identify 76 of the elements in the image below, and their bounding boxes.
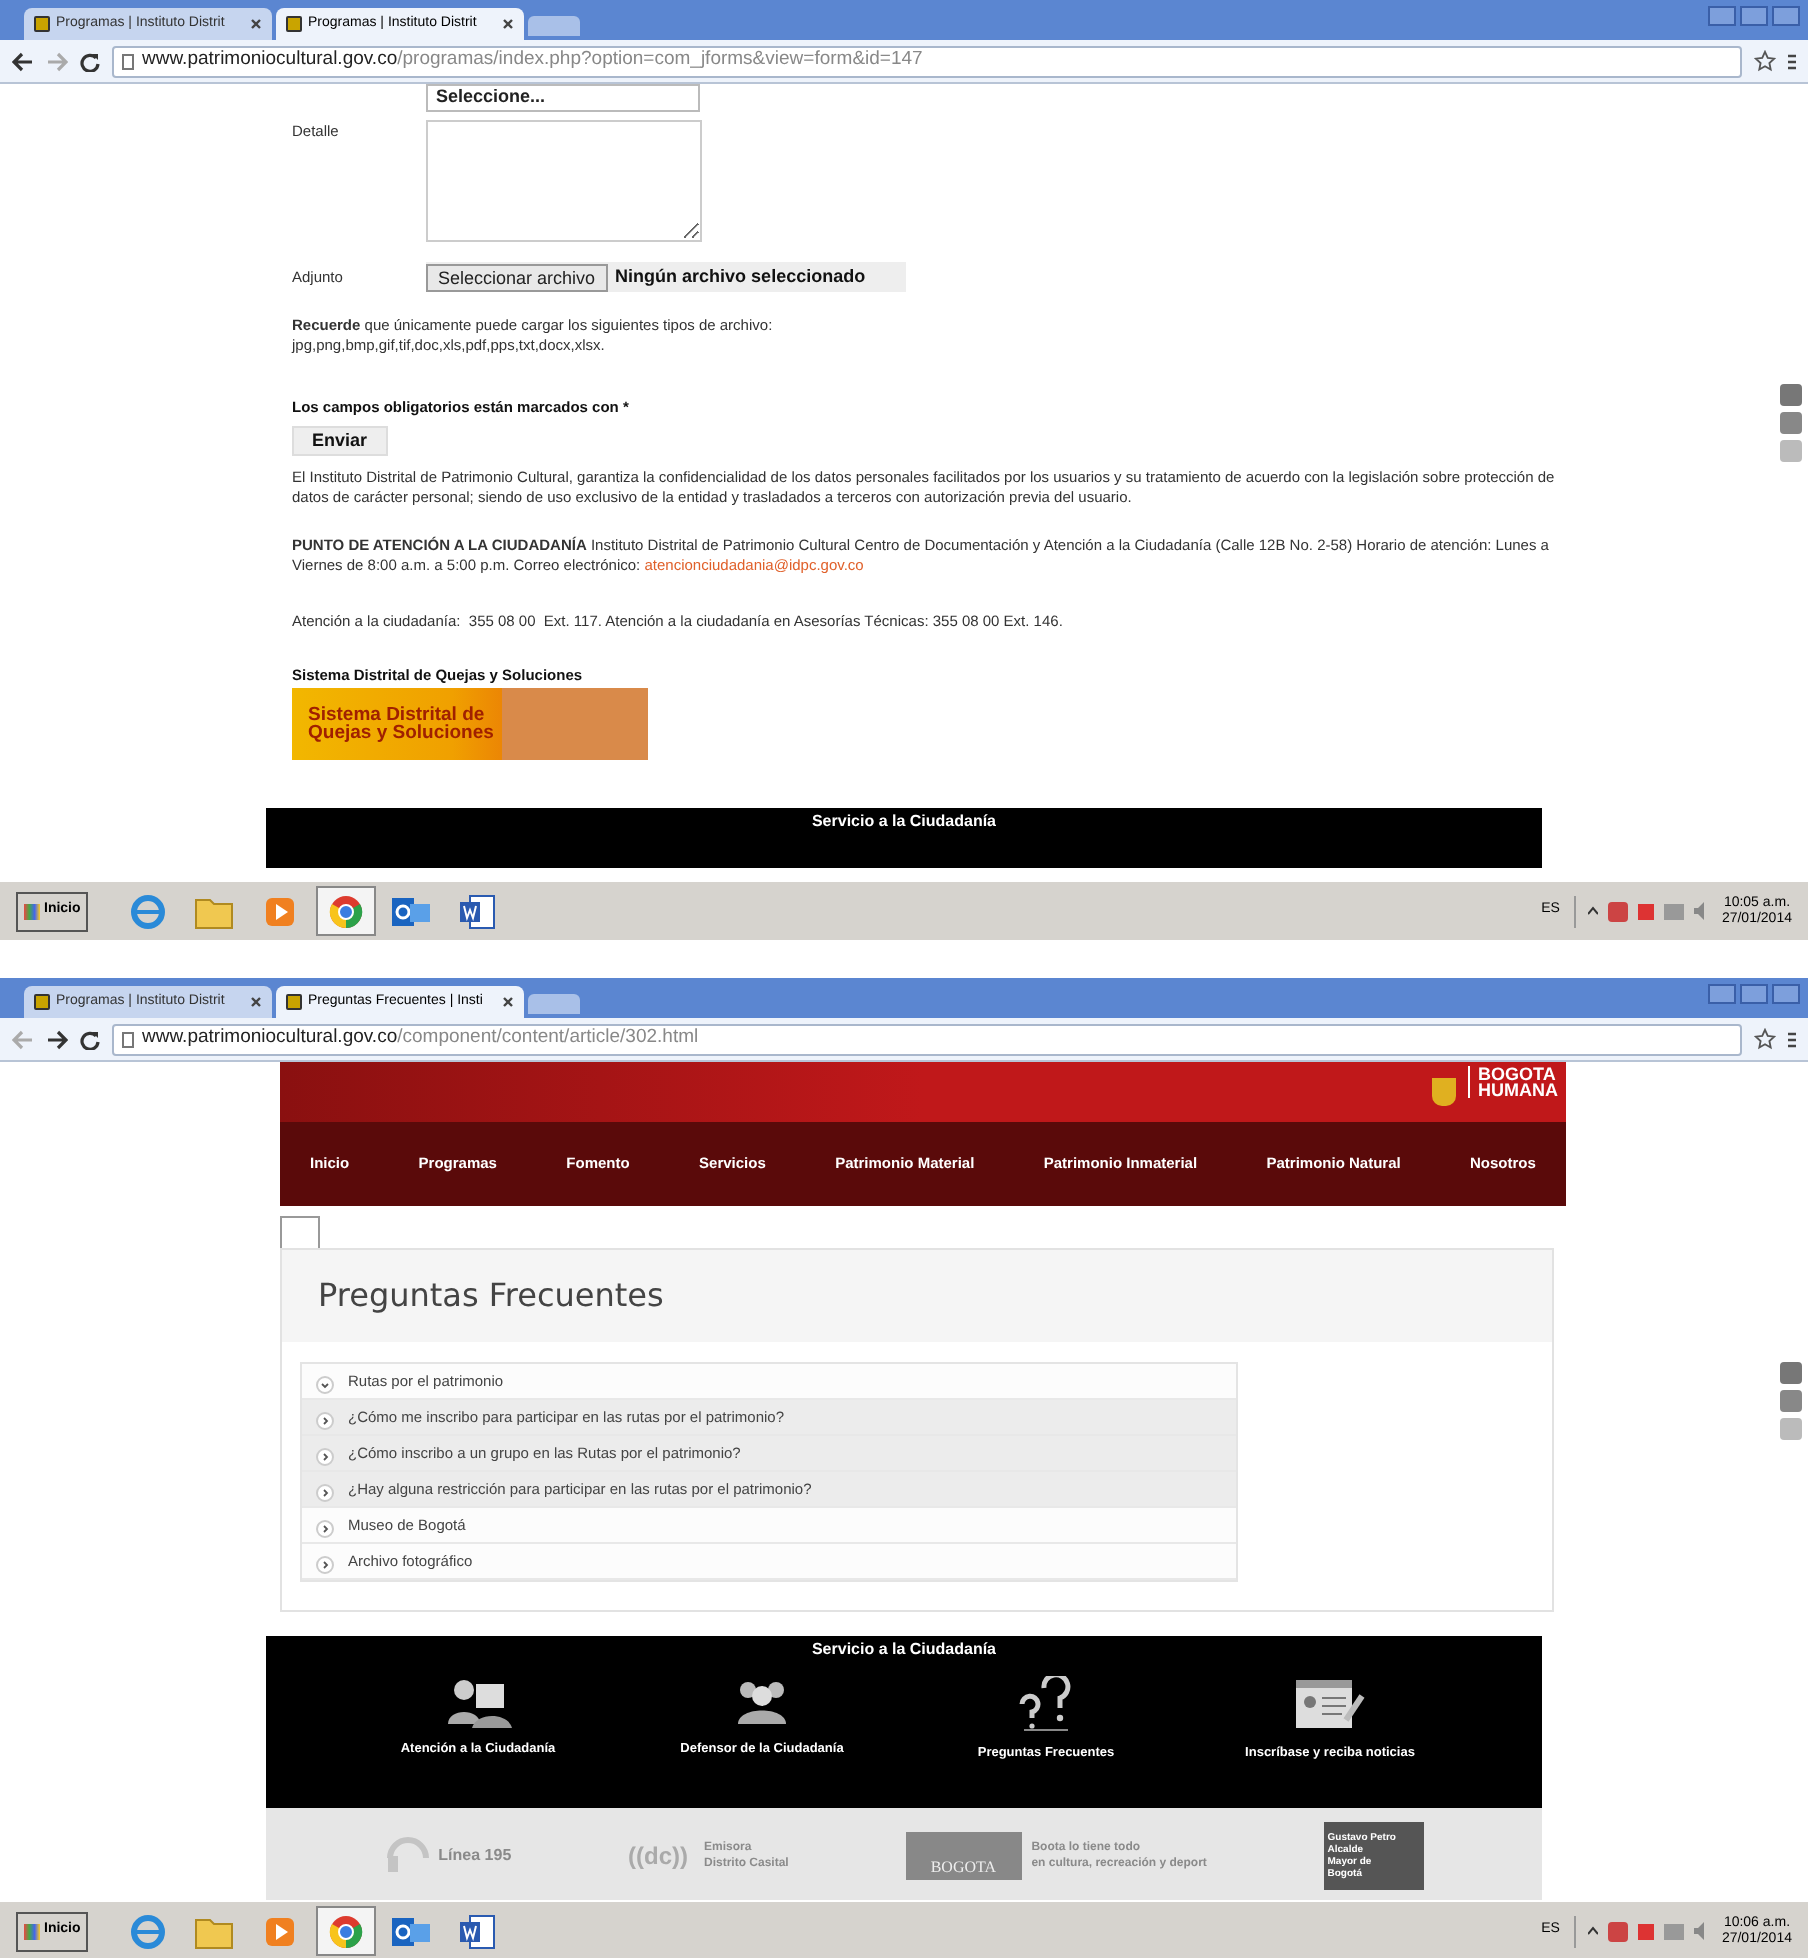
site-favicon-icon	[286, 16, 302, 32]
reload-icon[interactable]	[80, 51, 100, 71]
star-icon[interactable]	[1754, 50, 1776, 72]
expand-icon[interactable]	[316, 1412, 334, 1430]
star-icon[interactable]	[1754, 1028, 1776, 1050]
restore-button[interactable]	[1740, 6, 1768, 26]
taskbar-app-button[interactable]	[316, 886, 377, 936]
folder-icon[interactable]	[194, 1913, 235, 1949]
file-select-button[interactable]: Seleccionar archivo	[426, 263, 608, 291]
address-field[interactable]: www.patrimoniocultural.gov.co/programas/index.php?option=com_jforms&view=form&id=147	[112, 45, 1742, 77]
minimize-button[interactable]	[1708, 6, 1736, 26]
back-arrow-icon[interactable]	[12, 51, 34, 71]
close-icon[interactable]	[250, 996, 262, 1008]
logo-text: BOGOTA	[1478, 1066, 1556, 1082]
round-logo-icon[interactable]	[328, 1913, 365, 1949]
play-icon[interactable]	[264, 895, 297, 927]
site-favicon-icon	[34, 16, 50, 32]
social-square-icon[interactable]	[1780, 412, 1802, 434]
close-icon[interactable]	[502, 18, 514, 30]
dropdown-field[interactable]: Seleccione...	[426, 84, 700, 112]
restore-button[interactable]	[1740, 984, 1768, 1004]
tray-app-icon[interactable]	[1607, 901, 1628, 921]
expand-icon[interactable]	[316, 1448, 334, 1466]
tray-app-icon[interactable]	[1637, 1923, 1654, 1939]
social-square-icon[interactable]	[1780, 1390, 1802, 1412]
address-field[interactable]: www.patrimoniocultural.gov.co/component/content/article/302.html	[112, 1023, 1742, 1055]
expand-icon[interactable]	[316, 1556, 334, 1574]
close-icon[interactable]	[502, 996, 514, 1008]
e-logo-icon[interactable]	[130, 893, 167, 929]
collapse-icon[interactable]	[316, 1376, 334, 1394]
city-skyline-logo: BOGOTA	[905, 1831, 1022, 1879]
partner-text: Línea 195	[438, 1843, 512, 1867]
play-icon[interactable]	[264, 1915, 297, 1947]
file-status: Ningún archivo seleccionado	[615, 263, 866, 290]
social-square-icon[interactable]	[1780, 384, 1802, 406]
partner-logo-text: ((dc))	[628, 1839, 688, 1873]
minimize-button[interactable]	[1708, 984, 1736, 1004]
document-icon[interactable]	[460, 1913, 497, 1949]
envelope-icon[interactable]	[392, 895, 433, 927]
expand-icon[interactable]	[316, 1484, 334, 1502]
footer-title: Servicio a la Ciudadanía	[811, 1638, 997, 1662]
submit-button[interactable]: Enviar	[292, 426, 388, 457]
round-logo-icon[interactable]	[328, 893, 365, 929]
detail-textarea[interactable]	[426, 120, 702, 242]
taskbar-app-button[interactable]	[316, 1906, 377, 1956]
forward-arrow-icon[interactable]	[46, 1029, 68, 1049]
menu-icon[interactable]	[1788, 1029, 1796, 1049]
envelope-icon[interactable]	[392, 1915, 433, 1947]
banner-text: Quejas y Soluciones	[308, 723, 494, 742]
tray-app-icon[interactable]	[1637, 903, 1654, 919]
tray-app-icon[interactable]	[1607, 1921, 1628, 1941]
menu-icon[interactable]	[1788, 51, 1796, 71]
crest-icon	[1432, 1078, 1456, 1106]
profile-card-icon	[1294, 1676, 1366, 1732]
folder-icon[interactable]	[194, 893, 235, 929]
site-favicon-icon	[286, 994, 302, 1010]
expand-icon[interactable]	[316, 1520, 334, 1538]
close-button[interactable]	[1772, 6, 1800, 26]
site-favicon-icon	[34, 994, 50, 1010]
complaints-banner[interactable]: Sistema Distrital de Quejas y Soluciones	[292, 687, 648, 760]
close-icon[interactable]	[250, 18, 262, 30]
chevron-up-icon[interactable]	[1587, 1926, 1598, 1936]
footer-title: Servicio a la Ciudadanía	[811, 809, 997, 834]
logo-text: HUMANA	[1478, 1082, 1558, 1098]
reload-icon[interactable]	[80, 1029, 100, 1049]
question-marks-icon	[1016, 1676, 1076, 1732]
banner-text: Sistema Distrital de	[308, 705, 485, 724]
close-button[interactable]	[1772, 984, 1800, 1004]
social-square-icon[interactable]	[1780, 1362, 1802, 1384]
page-icon	[122, 1031, 134, 1047]
headset-person-icon	[444, 1676, 512, 1728]
panel-title: Preguntas Frecuentes	[318, 1274, 664, 1318]
chevron-up-icon[interactable]	[1587, 906, 1598, 916]
document-icon[interactable]	[460, 893, 497, 929]
page-icon	[122, 53, 134, 69]
e-logo-icon[interactable]	[130, 1913, 167, 1949]
